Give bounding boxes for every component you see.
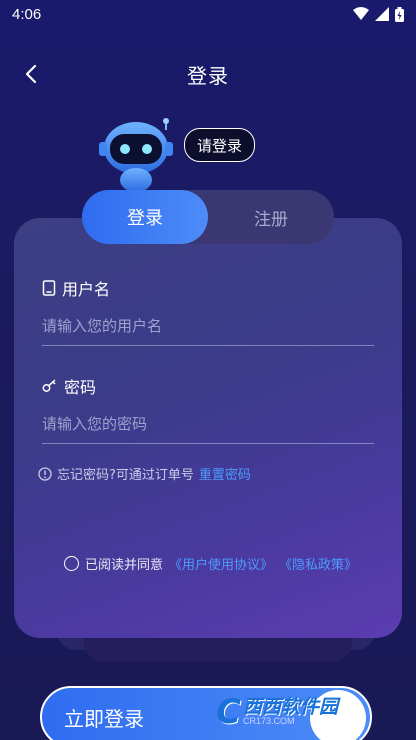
watermark-text: 西西软件园 CR173.COM bbox=[243, 698, 338, 726]
username-label-text: 用户名 bbox=[62, 280, 111, 299]
back-arrow-icon[interactable] bbox=[18, 60, 46, 88]
login-button-label: 立即登录 bbox=[64, 706, 144, 731]
password-input[interactable] bbox=[42, 404, 374, 444]
header: 登录 bbox=[0, 56, 416, 92]
tab-switcher: 登录 注册 bbox=[82, 190, 334, 244]
status-icons bbox=[353, 6, 404, 22]
watermark-logo-letter: C bbox=[216, 692, 241, 732]
status-bar: 4:06 bbox=[0, 0, 416, 28]
privacy-link[interactable]: 《隐私政策》 bbox=[279, 554, 357, 573]
key-icon bbox=[42, 379, 56, 392]
watermark-name: 西西软件园 bbox=[242, 696, 338, 718]
status-time: 4:06 bbox=[12, 5, 42, 23]
forgot-password-hint: 忘记密码?可通过订单号 重置密码 bbox=[38, 464, 251, 483]
password-label-text: 密码 bbox=[64, 378, 97, 397]
agreement-text: 已阅读并同意 bbox=[85, 558, 164, 573]
tab-register[interactable]: 注册 bbox=[208, 190, 334, 244]
agreement-row: 已阅读并同意 《用户使用协议》 《隐私政策》 bbox=[64, 554, 357, 573]
username-input[interactable] bbox=[42, 306, 374, 346]
agreement-checkbox[interactable] bbox=[64, 556, 79, 571]
watermark-url: CR173.COM bbox=[242, 716, 295, 726]
page-title: 登录 bbox=[187, 63, 229, 88]
tab-login[interactable]: 登录 bbox=[82, 190, 208, 244]
speech-bubble: 请登录 bbox=[184, 128, 256, 162]
info-icon bbox=[38, 466, 52, 481]
reset-password-link[interactable]: 重置密码 bbox=[199, 464, 251, 483]
signal-icon bbox=[375, 7, 389, 21]
battery-icon bbox=[395, 6, 404, 22]
forgot-text: 忘记密码?可通过订单号 bbox=[57, 468, 194, 483]
wifi-icon bbox=[353, 7, 369, 20]
robot-mascot-icon bbox=[99, 118, 173, 198]
password-label: 密码 bbox=[42, 374, 96, 398]
username-label: 用户名 bbox=[42, 276, 110, 300]
phone-icon bbox=[42, 280, 56, 296]
terms-link[interactable]: 《用户使用协议》 bbox=[169, 554, 273, 573]
watermark-logo: C 西西软件园 CR173.COM bbox=[216, 688, 398, 736]
